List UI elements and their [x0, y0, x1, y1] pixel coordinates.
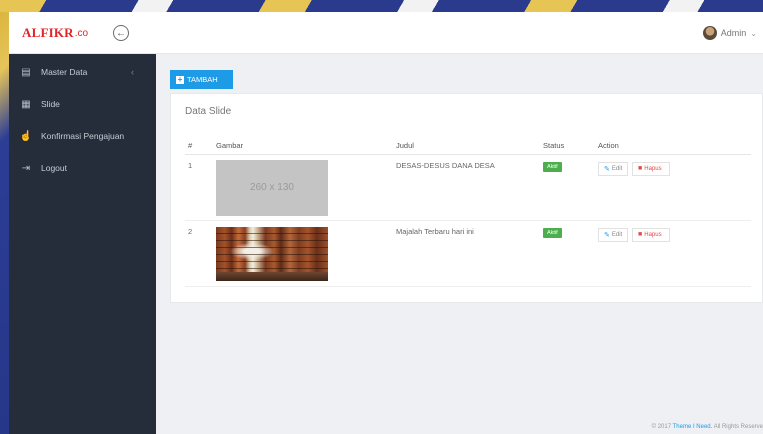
column-header-action: Action [598, 137, 751, 155]
edit-label: Edit [611, 231, 623, 238]
library-bookshelf-image [216, 226, 328, 281]
edit-label: Edit [611, 165, 623, 172]
row-title: DESAS-DESUS DANA DESA [396, 154, 543, 221]
table-row: 1 260 x 130 DESAS-DESUS DANA DESA Aktif [185, 154, 751, 221]
image-cell [216, 220, 396, 287]
panel-title: Data Slide [185, 106, 232, 117]
sidebar-item-slide[interactable]: ▦ Slide [9, 88, 156, 120]
user-menu[interactable]: Admin ⌄ [702, 24, 757, 42]
user-name: Admin [720, 28, 747, 38]
row-actions: ✎ Edit ■ Hapus [598, 227, 751, 242]
thumbs-up-icon: ☝ [19, 130, 33, 142]
column-header-number: # [185, 137, 216, 155]
sidebar: ▤ Master Data ‹ ▦ Slide ☝ Konfirmasi Pen… [9, 54, 156, 434]
edit-button[interactable]: ✎ Edit [598, 227, 628, 242]
sidebar-item-master-data[interactable]: ▤ Master Data ‹ [9, 56, 156, 88]
brand-name: ALFIKR [22, 25, 74, 40]
sidebar-item-konfirmasi-pengajuan[interactable]: ☝ Konfirmasi Pengajuan [9, 120, 156, 152]
image-icon: ▦ [21, 98, 31, 110]
sidebar-item-label: Master Data [41, 67, 88, 77]
status-badge: Aktif [543, 161, 562, 172]
brand-logo[interactable]: ALFIKR .co [9, 12, 156, 54]
trash-icon: ■ [638, 165, 643, 172]
footer-theme-link[interactable]: Theme I Need. [673, 424, 713, 430]
status-cell: Aktif [543, 154, 598, 221]
status-cell: Aktif [543, 220, 598, 287]
page-footer: © 2017 Theme I Need. All Rights Reserve [652, 424, 763, 430]
add-button-label: TAMBAH [187, 75, 218, 84]
delete-button[interactable]: ■ Hapus [632, 227, 670, 242]
plus-icon: + [176, 74, 184, 84]
main-content: + TAMBAH Data Slide # Gambar Judul Statu… [156, 54, 763, 434]
column-header-judul: Judul [396, 137, 543, 155]
placeholder-size-text: 260 x 130 [250, 182, 294, 193]
edit-button[interactable]: ✎ Edit [598, 161, 628, 176]
chevron-down-icon: ⌄ [750, 28, 757, 38]
table-row: 2 Majalah Terbaru hari ini Aktif ✎ Edit … [185, 220, 751, 287]
chevron-left-icon: ‹ [131, 67, 134, 77]
top-navbar: ALFIKR .co ← Admin ⌄ [9, 12, 763, 54]
column-header-status: Status [543, 137, 598, 155]
status-badge: Aktif [543, 227, 562, 238]
delete-label: Hapus [644, 231, 662, 238]
sidebar-item-logout[interactable]: ⇥ Logout [9, 152, 156, 184]
sidebar-toggle-icon[interactable]: ← [113, 25, 129, 41]
action-cell: ✎ Edit ■ Hapus [598, 220, 751, 287]
sidebar-item-label: Konfirmasi Pengajuan [41, 131, 125, 141]
add-button[interactable]: + TAMBAH [170, 70, 233, 89]
database-icon: ▤ [21, 66, 31, 78]
footer-copyright: © 2017 [651, 424, 672, 430]
slide-table: # Gambar Judul Status Action 1 260 x 130 [185, 137, 751, 287]
pencil-icon: ✎ [604, 231, 610, 239]
delete-label: Hapus [644, 165, 662, 172]
pencil-icon: ✎ [604, 165, 610, 173]
trash-icon: ■ [638, 231, 643, 238]
column-header-gambar: Gambar [216, 137, 396, 155]
sidebar-item-label: Logout [41, 163, 67, 173]
table-header-row: # Gambar Judul Status Action [185, 137, 751, 155]
avatar [702, 26, 717, 40]
delete-button[interactable]: ■ Hapus [632, 161, 670, 176]
row-actions: ✎ Edit ■ Hapus [598, 161, 751, 176]
row-number: 2 [185, 220, 216, 287]
brand-suffix: .co [74, 27, 89, 39]
image-cell: 260 x 130 [216, 154, 396, 221]
app-window: ALFIKR .co ← Admin ⌄ ▤ Master Data ‹ ▦ Sl… [9, 12, 763, 434]
background-decoration [0, 0, 763, 12]
row-title: Majalah Terbaru hari ini [396, 220, 543, 287]
sidebar-item-label: Slide [41, 99, 60, 109]
action-cell: ✎ Edit ■ Hapus [598, 154, 751, 221]
image-placeholder: 260 x 130 [216, 159, 328, 216]
data-slide-panel: Data Slide # Gambar Judul Status Action … [170, 93, 763, 303]
logout-icon: ⇥ [21, 162, 31, 174]
footer-rights: All Rights Reserve [713, 424, 763, 430]
row-number: 1 [185, 154, 216, 221]
